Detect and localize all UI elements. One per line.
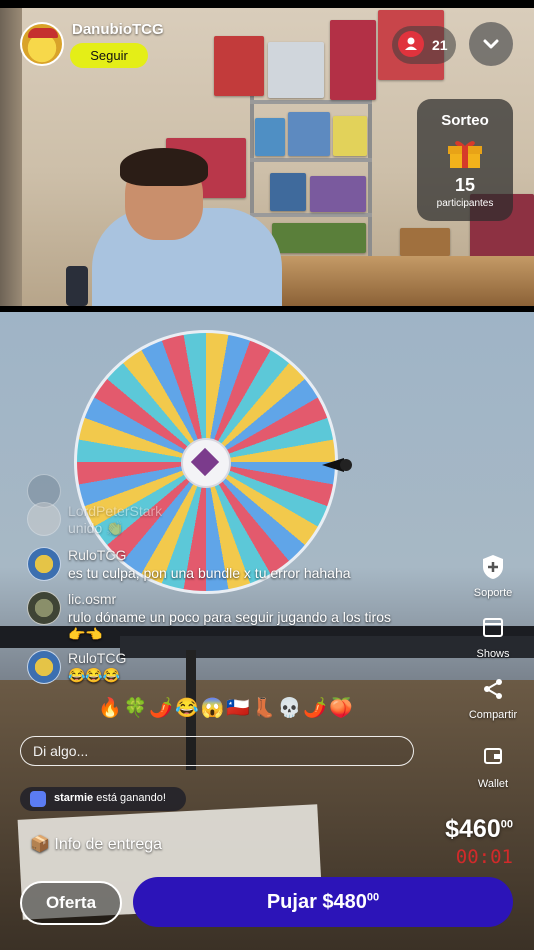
calendar-icon <box>483 618 503 637</box>
chat-avatar[interactable] <box>27 547 61 581</box>
product-box <box>288 112 330 156</box>
auction-timer: 00:01 <box>455 846 513 868</box>
winner-text: starmie está ganando! <box>54 792 166 804</box>
giveaway-participant-count: 15 <box>454 175 476 195</box>
share-label: Compartir <box>468 709 518 721</box>
chat-username[interactable]: lic.osmr <box>68 591 116 607</box>
winner-avatar-icon <box>30 791 46 807</box>
bid-button[interactable]: Pujar $48000 <box>133 877 513 927</box>
bid-cents: 00 <box>366 890 380 903</box>
chat-username[interactable]: RuloTCG <box>68 547 126 563</box>
gift-icon <box>448 141 482 168</box>
phone <box>66 266 88 306</box>
reaction-emoji[interactable]: 🍀 <box>124 698 148 720</box>
chat-username[interactable]: RuloTCG <box>68 650 126 666</box>
current-price: $46000 <box>400 815 513 844</box>
giveaway-title: Sorteo <box>441 112 489 129</box>
streamer-name[interactable]: DanubioTCG <box>72 21 164 38</box>
product-box <box>255 118 285 156</box>
support-label: Soporte <box>473 587 513 599</box>
collapse-button[interactable] <box>469 22 513 66</box>
reaction-emoji[interactable]: 🔥 <box>98 698 122 720</box>
shelf-board <box>250 158 372 162</box>
delivery-info-link[interactable]: 📦 Info de entrega <box>30 834 162 854</box>
delivery-info-label: Info de entrega <box>54 836 163 853</box>
product-box <box>310 176 366 212</box>
wall-shadow <box>0 8 22 306</box>
chat-input[interactable] <box>20 736 414 766</box>
reaction-emoji[interactable]: 😱 <box>201 698 225 720</box>
shelf-board <box>250 213 372 217</box>
winner-username[interactable]: starmie <box>54 792 93 804</box>
chat-avatar[interactable] <box>27 591 61 625</box>
product-box <box>270 173 306 211</box>
chat-message-text: es tu culpa, pon una bundle x tu error h… <box>68 565 351 581</box>
viewer-icon <box>398 31 424 57</box>
product-box <box>268 42 324 98</box>
chat-message-text: 😂😂😂 <box>68 667 121 683</box>
share-button[interactable]: Compartir <box>458 676 528 726</box>
reaction-emoji[interactable]: 🇨🇱 <box>226 698 250 720</box>
reaction-emoji[interactable]: 👢 <box>252 698 276 720</box>
bid-label: Pujar $480 <box>266 890 367 913</box>
offer-button[interactable]: Oferta <box>20 881 122 925</box>
wallet-icon <box>484 748 502 764</box>
chat-username[interactable]: LordPeterStark <box>68 503 162 519</box>
shows-label: Shows <box>476 648 510 660</box>
hat-icon <box>28 28 58 38</box>
winner-message: está ganando! <box>96 792 166 804</box>
package-icon: 📦 <box>30 836 50 853</box>
reaction-emoji[interactable]: 💀 <box>278 698 302 720</box>
shows-button[interactable]: Shows <box>458 614 528 664</box>
streamer-avatar[interactable] <box>20 22 64 66</box>
chat-avatar[interactable] <box>27 650 61 684</box>
chat-message-text: unido 👏 <box>68 520 124 536</box>
product-box <box>400 228 450 256</box>
reaction-emoji[interactable]: 🌶️ <box>303 698 327 720</box>
follow-button[interactable]: Seguir <box>70 43 148 68</box>
product-box <box>214 36 264 96</box>
giveaway-participant-label: participantes <box>436 198 494 209</box>
reaction-row: 🔥 🍀 🌶️ 😂 😱 🇨🇱 👢 💀 🌶️ 🍑 <box>98 698 353 720</box>
product-box <box>330 20 376 100</box>
price-main: $460 <box>445 815 501 843</box>
wallet-button[interactable]: Wallet <box>458 744 528 792</box>
desk <box>270 256 534 306</box>
person-icon <box>405 37 417 50</box>
support-button[interactable]: Soporte <box>458 547 528 602</box>
reaction-emoji[interactable]: 🌶️ <box>149 698 173 720</box>
chevron-down-icon <box>483 39 499 49</box>
product-box <box>272 223 366 253</box>
reaction-emoji[interactable]: 😂 <box>175 698 199 720</box>
share-icon <box>484 679 502 699</box>
product-box <box>333 116 367 156</box>
wheel-pointer-icon <box>322 458 352 472</box>
chat-message-text: rulo dóname un poco para seguir jugando … <box>68 609 391 642</box>
price-cents: 00 <box>500 818 513 831</box>
shelf-board <box>250 100 372 104</box>
reaction-emoji[interactable]: 🍑 <box>329 698 353 720</box>
viewer-count: 21 <box>432 37 448 53</box>
wallet-label: Wallet <box>477 778 509 790</box>
chat-avatar[interactable] <box>27 502 61 536</box>
shield-icon <box>483 555 503 579</box>
streamer-hair <box>120 148 208 186</box>
